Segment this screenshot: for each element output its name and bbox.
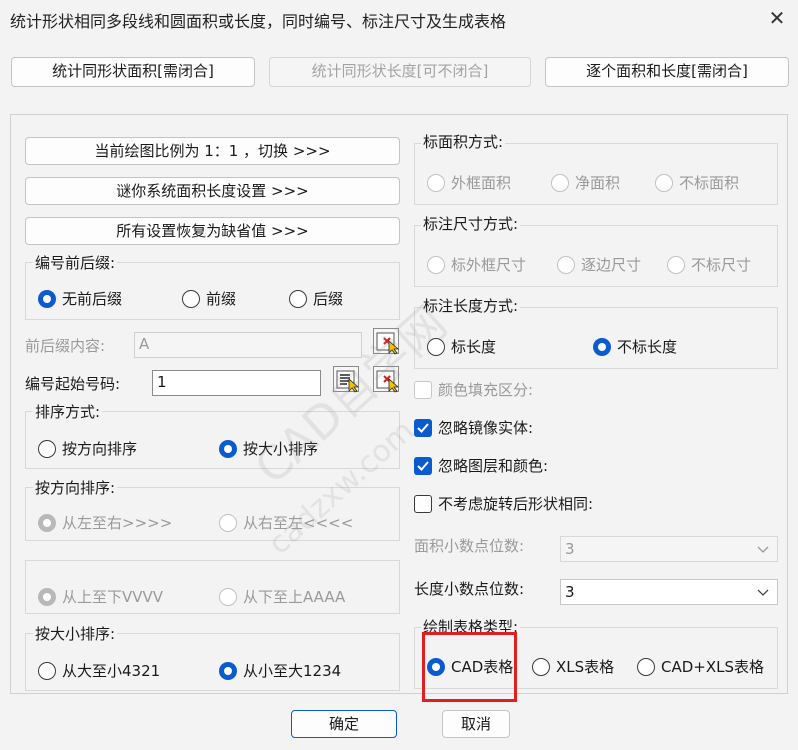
chevron-down-icon [757,580,769,611]
radio-icon [38,439,56,458]
close-icon[interactable]: ✕ [762,4,792,32]
ok-button[interactable]: 确定 [291,710,397,738]
radio-selected-icon [38,289,56,308]
dialog-title: 统计形状相同多段线和圆面积或长度，同时编号、标注尺寸及生成表格 [10,12,507,31]
area-mark-title: 标面积方式: [421,131,506,152]
area-decimals-select[interactable]: 3 [560,536,778,562]
length-decimals-label: 长度小数点位数: [414,580,525,598]
radio-selected-icon [219,439,237,458]
ignore-layer-color-checkbox[interactable]: 忽略图层和颜色: [414,455,548,476]
radio-outer-area[interactable]: 外框面积 [427,172,511,193]
radio-cad-xls-table[interactable]: CAD+XLS表格 [637,656,764,677]
radio-no-prefix[interactable]: 无前后缀 [38,288,122,309]
radio-small-to-large[interactable]: 从小至大1234 [219,660,341,681]
radio-suffix[interactable]: 后缀 [289,288,343,309]
reset-defaults-button[interactable]: 所有设置恢复为缺省值 >>> [25,217,400,245]
radio-mark-length[interactable]: 标长度 [427,336,496,357]
radio-net-area[interactable]: 净面积 [551,172,620,193]
radio-icon [38,661,56,680]
length-stat-button[interactable]: 统计同形状长度[可不闭合] [269,57,531,87]
checkmark-icon [414,418,432,437]
area-stat-button[interactable]: 统计同形状面积[需闭合] [11,57,255,87]
start-number-input[interactable]: 1 [152,370,321,396]
radio-icon [219,513,237,532]
radio-icon [551,173,569,192]
mini-settings-button[interactable]: 谜你系统面积长度设置 >>> [25,177,400,205]
length-mark-title: 标注长度方式: [421,295,521,316]
radio-no-area[interactable]: 不标面积 [655,172,739,193]
radio-left-to-right[interactable]: 从左至右>>>> [38,512,172,533]
sort-group-title: 排序方式: [33,401,103,422]
area-decimals-label: 面积小数点位数: [414,537,525,555]
highlight-box [422,632,517,702]
ignore-rotation-checkbox[interactable]: 不考虑旋转后形状相同: [414,493,593,514]
radio-no-length[interactable]: 不标长度 [593,336,677,357]
chevron-down-icon [757,537,769,568]
pick-text-icon[interactable] [333,366,360,393]
direction-group-title: 按方向排序: [33,477,118,498]
radio-large-to-small[interactable]: 从大至小4321 [38,660,160,681]
clear-pick-icon[interactable] [373,328,400,355]
radio-sort-size[interactable]: 按大小排序 [219,438,318,459]
cancel-button[interactable]: 取消 [442,710,510,738]
radio-selected-icon [38,513,56,532]
radio-selected-icon [219,661,237,680]
radio-right-to-left[interactable]: 从右至左<<<< [219,512,353,533]
radio-icon [667,255,685,274]
radio-outer-dim[interactable]: 标外框尺寸 [427,254,526,275]
radio-no-dim[interactable]: 不标尺寸 [667,254,751,275]
radio-icon [637,657,655,676]
checkbox-icon [414,380,432,399]
checkmark-icon [414,456,432,475]
title-bar: 统计形状相同多段线和圆面积或长度，同时编号、标注尺寸及生成表格 ✕ [0,0,798,38]
prefix-group-title: 编号前后缀: [33,252,118,273]
start-number-label: 编号起始号码: [25,375,121,393]
radio-icon [427,173,445,192]
clear-pick-icon[interactable] [373,366,400,393]
radio-icon [289,289,307,308]
checkbox-icon [414,494,432,513]
radio-bottom-to-top[interactable]: 从下至上AAAA [219,586,345,607]
radio-icon [532,657,550,676]
radio-xls-table[interactable]: XLS表格 [532,656,614,677]
radio-icon [427,255,445,274]
prefix-content-input[interactable]: A [134,332,362,358]
radio-icon [557,255,575,274]
ignore-mirror-checkbox[interactable]: 忽略镜像实体: [414,417,533,438]
radio-selected-icon [593,337,611,356]
radio-icon [427,337,445,356]
prefix-content-label: 前后缀内容: [25,337,106,355]
each-area-length-button[interactable]: 逐个面积和长度[需闭合] [545,57,789,87]
radio-sort-direction[interactable]: 按方向排序 [38,438,137,459]
radio-prefix[interactable]: 前缀 [182,288,236,309]
color-fill-checkbox[interactable]: 颜色填充区分: [414,379,533,400]
radio-top-to-bottom[interactable]: 从上至下VVVV [38,586,163,607]
scale-switch-button[interactable]: 当前绘图比例为 1：1 ，切换 >>> [25,137,400,165]
radio-selected-icon [38,587,56,606]
size-group-title: 按大小排序: [33,623,118,644]
dim-mark-title: 标注尺寸方式: [421,213,521,234]
radio-icon [655,173,673,192]
radio-icon [219,587,237,606]
radio-icon [182,289,200,308]
radio-each-edge-dim[interactable]: 逐边尺寸 [557,254,641,275]
length-decimals-select[interactable]: 3 [560,579,778,605]
